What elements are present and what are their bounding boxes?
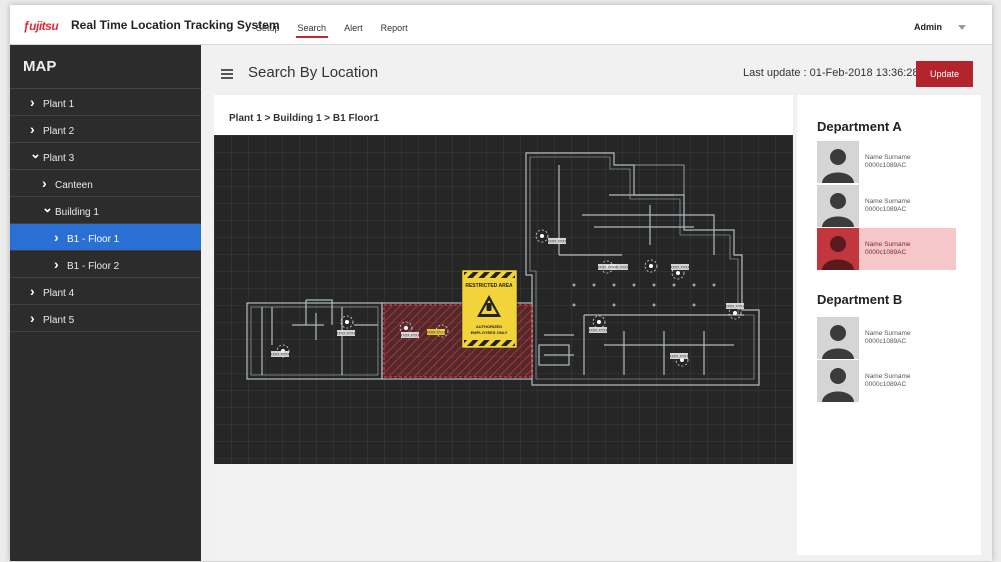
sidebar-item[interactable]: Canteen (10, 170, 201, 197)
person-info: Name Surname 0000c1089AC (865, 241, 911, 256)
user-menu[interactable]: Admin (914, 22, 942, 32)
sidebar-item-label: Plant 1 (43, 99, 75, 110)
floor-map[interactable]: RESTRICTED AREA AUTHORIZED EMPLOYEES ONL… (214, 135, 793, 464)
department-title: Department B (817, 292, 903, 307)
hamburger-menu-icon[interactable] (221, 69, 233, 79)
chevron-right-icon (30, 116, 40, 145)
avatar (817, 317, 859, 359)
sidebar-item-label: Plant 2 (43, 126, 75, 137)
chevron-right-icon (30, 305, 40, 334)
top-bar: ƒujitsu Real Time Location Tracking Syst… (10, 5, 992, 45)
avatar (817, 185, 859, 227)
tag-label: XXXX.XYXX (336, 332, 356, 336)
chevron-down-icon (42, 197, 52, 226)
sidebar-item[interactable]: Plant 3 (10, 143, 201, 170)
avatar (817, 360, 859, 402)
person-card[interactable]: Name Surname 0000c1089AC (817, 141, 956, 183)
sidebar: MAP Plant 1 Plant 2 Plant 3 Canteen Building… (10, 45, 201, 561)
sidebar-item-label: Canteen (55, 180, 93, 191)
sidebar-item[interactable]: Plant 4 (10, 278, 201, 305)
chevron-right-icon (42, 170, 52, 199)
person-card-highlighted[interactable]: Name Surname 0000c1089AC (817, 228, 956, 270)
person-info: Name Surname 0000c1089AC (865, 373, 911, 388)
sidebar-item[interactable]: Plant 2 (10, 116, 201, 143)
chevron-right-icon (30, 278, 40, 307)
people-panel: Department A Name Surname 0000c1089AC Nam… (797, 95, 981, 555)
breadcrumb: Plant 1 > Building 1 > B1 Floor1 (229, 113, 380, 124)
restricted-area-sign: RESTRICTED AREA AUTHORIZED EMPLOYEES ONL… (461, 269, 518, 349)
sidebar-item[interactable]: B1 - Floor 2 (10, 251, 201, 278)
main-nav: Setup Search Alert Report (256, 23, 426, 38)
sidebar-title: MAP (10, 45, 201, 89)
tag-label: XXXX.XYXX (670, 266, 690, 270)
app-title: Real Time Location Tracking System (71, 18, 280, 32)
floor-plan-svg: RESTRICTED AREA AUTHORIZED EMPLOYEES ONL… (214, 135, 793, 464)
tag-label: XXXX.XYXX (270, 353, 290, 357)
tag-label: XXXX.XYXX (588, 329, 608, 333)
sidebar-item[interactable]: Plant 5 (10, 305, 201, 332)
restricted-title: RESTRICTED AREA (465, 283, 513, 289)
person-card[interactable]: Name Surname 0000c1089AC (817, 185, 956, 227)
sidebar-item-label: Plant 5 (43, 315, 75, 326)
person-card[interactable]: Name Surname 0000c1089AC (817, 360, 956, 402)
chevron-right-icon (30, 89, 40, 118)
restricted-note-2: EMPLOYEES ONLY (471, 330, 508, 335)
tag-label: XXXX.XYXX (547, 240, 567, 244)
sidebar-item-label: B1 - Floor 1 (67, 234, 120, 245)
tag-label: XXXX.XYXX (426, 331, 446, 335)
update-button[interactable]: Update (916, 61, 973, 87)
map-footer-area (214, 464, 793, 555)
last-update-text: Last update : 01-Feb-2018 13:36:28 (743, 67, 919, 79)
fujitsu-logo: ƒujitsu (23, 19, 59, 33)
chevron-down-icon (30, 143, 40, 172)
sidebar-item[interactable]: Building 1 (10, 197, 201, 224)
restricted-note-1: AUTHORIZED (476, 324, 502, 329)
person-info: Name Surname 0000c1089AC (865, 198, 911, 213)
sidebar-item-label: Plant 4 (43, 288, 75, 299)
chevron-right-icon (54, 251, 64, 280)
person-info: Name Surname 0000c1089AC (865, 330, 911, 345)
page-title: Search By Location (248, 64, 379, 81)
nav-report[interactable]: Report (381, 23, 408, 33)
person-card[interactable]: Name Surname 0000c1089AC (817, 317, 956, 359)
chevron-down-icon[interactable] (958, 25, 966, 30)
nav-search[interactable]: Search (295, 23, 328, 38)
tag-label: XXXX.XYXX (597, 266, 617, 270)
sidebar-item-label: B1 - Floor 2 (67, 261, 120, 272)
tag-label: XXXX.XYXX (725, 305, 745, 309)
sidebar-item[interactable]: Plant 1 (10, 89, 201, 116)
sidebar-item[interactable]: B1 - Floor 1 (10, 224, 201, 251)
map-header: Plant 1 > Building 1 > B1 Floor1 (214, 95, 793, 135)
tag-label: XXXX.XYXX (400, 334, 420, 338)
department-title: Department A (817, 119, 902, 134)
avatar (817, 228, 859, 270)
tag-label: XXXX.XYXX (669, 355, 689, 359)
nav-setup[interactable]: Setup (256, 23, 280, 33)
nav-alert[interactable]: Alert (344, 23, 363, 33)
sidebar-item-label: Building 1 (55, 207, 99, 218)
app-window: ƒujitsu Real Time Location Tracking Syst… (10, 5, 992, 561)
sidebar-tree: Plant 1 Plant 2 Plant 3 Canteen Building 1 B1… (10, 89, 201, 332)
person-info: Name Surname 0000c1089AC (865, 154, 911, 169)
sidebar-item-label: Plant 3 (43, 153, 75, 164)
map-panel: Plant 1 > Building 1 > B1 Floor1 RESTRIC… (214, 95, 793, 555)
avatar (817, 141, 859, 183)
chevron-right-icon (54, 224, 64, 253)
